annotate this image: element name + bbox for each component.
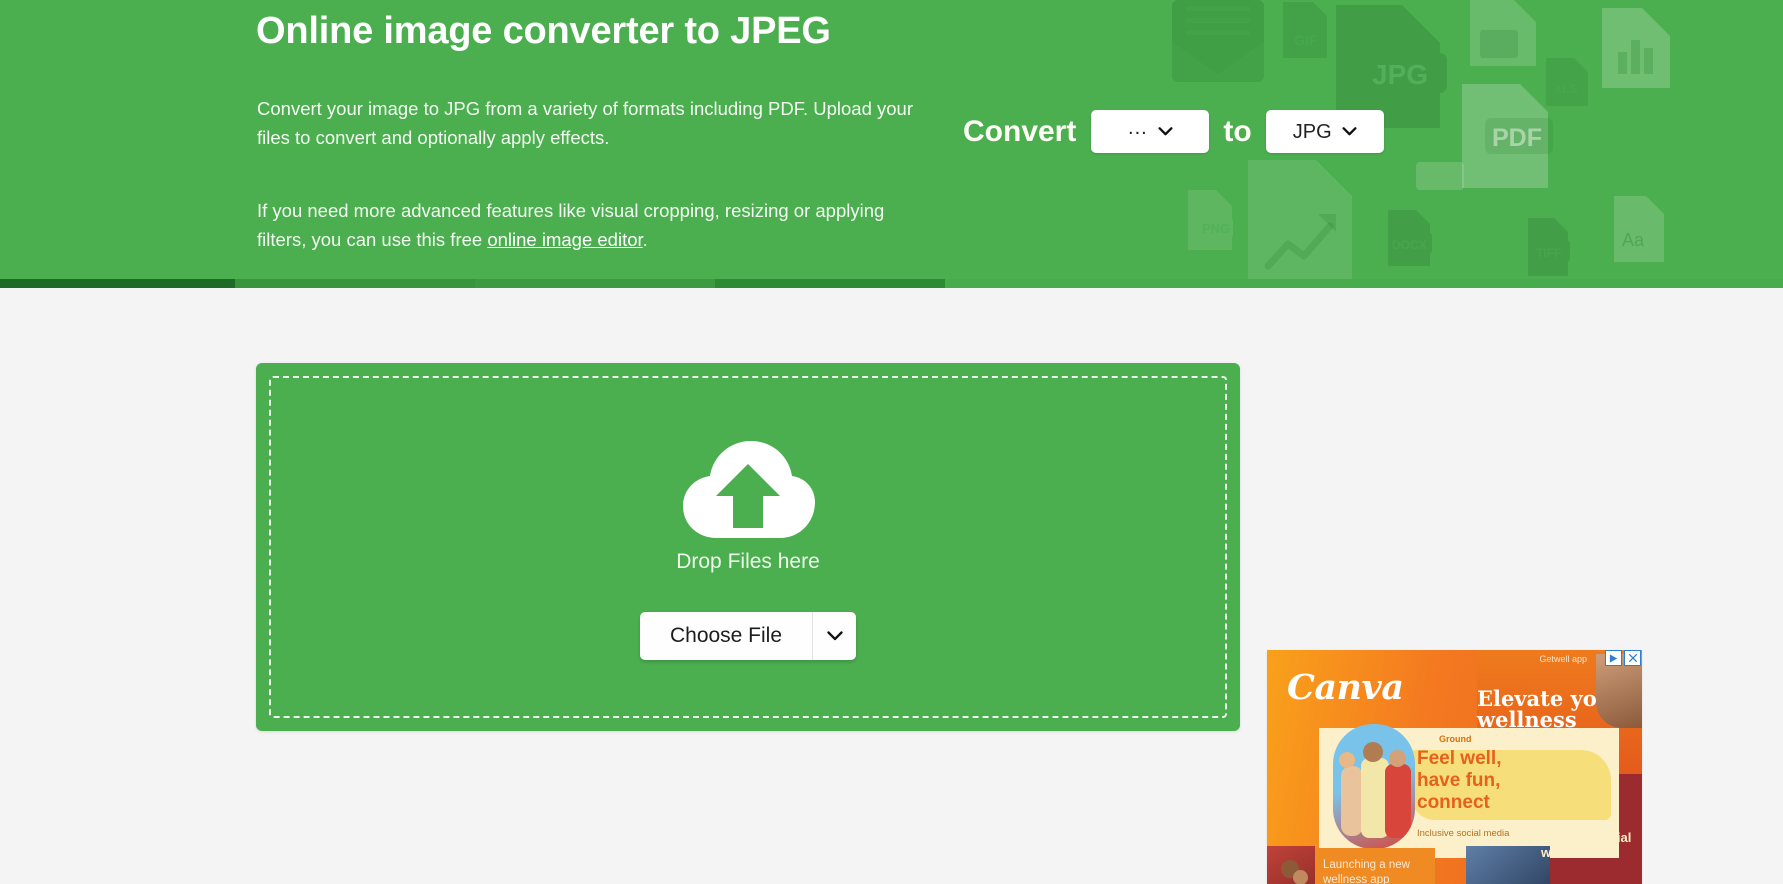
- adchoices-triangle-icon: [1609, 653, 1618, 663]
- strip-segment: [0, 279, 235, 288]
- ad-headline-line-3: connect: [1417, 792, 1490, 813]
- ad-people-photo: [1333, 724, 1415, 849]
- dropzone-label: Drop Files here: [676, 550, 820, 573]
- chevron-down-icon: [826, 631, 843, 641]
- page-title: Online image converter to JPEG: [256, 10, 831, 52]
- ad-right-photo: [1466, 846, 1550, 884]
- source-format-select[interactable]: ...: [1091, 110, 1210, 153]
- choose-file-label: Choose File: [640, 612, 814, 660]
- photo-shape: [1341, 766, 1363, 836]
- online-image-editor-link[interactable]: online image editor: [487, 229, 642, 250]
- main-content: Drop Files here Choose File START ✚ ADD …: [0, 288, 1783, 884]
- chevron-down-icon: [1342, 127, 1357, 136]
- ad-close-icon: [1628, 654, 1637, 662]
- strip-segment: [715, 279, 945, 288]
- target-format-value: JPG: [1292, 120, 1332, 143]
- advertisement-banner[interactable]: Canva Getwell app Elevate your wellness …: [1267, 650, 1642, 884]
- hero-bottom-strip: [0, 279, 1783, 288]
- chevron-down-icon: [1158, 127, 1173, 136]
- photo-shape: [1389, 750, 1406, 767]
- ad-ground-label: Ground: [1439, 734, 1472, 744]
- ad-headline-line-1: Feel well,: [1417, 748, 1502, 769]
- file-dropzone[interactable]: Drop Files here Choose File: [256, 363, 1240, 731]
- choose-file-dropdown-toggle[interactable]: [813, 612, 856, 660]
- hero-paragraph-2-tail: .: [642, 229, 648, 250]
- ad-our-new-text: our new social wellness: [1541, 830, 1632, 860]
- hero-banner: GIF JPG XLS PDF PNG DOCX TIFF Aa Online …: [0, 0, 1783, 288]
- target-format-select[interactable]: JPG: [1265, 110, 1384, 153]
- photo-shape: [1293, 870, 1308, 884]
- choose-file-button[interactable]: Choose File: [639, 612, 857, 660]
- hero-paragraph-1: Convert your image to JPG from a variety…: [257, 98, 913, 148]
- source-format-value: ...: [1128, 116, 1148, 139]
- ad-subtitle: Inclusive social media: [1417, 828, 1510, 839]
- file-dropzone-inner[interactable]: Drop Files here Choose File: [269, 376, 1227, 718]
- to-label: to: [1223, 114, 1252, 148]
- cloud-upload-icon: [683, 441, 815, 538]
- photo-shape: [1385, 764, 1411, 838]
- ad-close-button[interactable]: [1624, 650, 1641, 666]
- convert-controls: Convert ... to JPG: [963, 110, 1384, 153]
- ad-advertiser-label: Getwell app: [1539, 654, 1587, 664]
- ad-brand-logo: Canva: [1287, 667, 1404, 708]
- photo-shape: [1339, 752, 1355, 768]
- adchoices-icon[interactable]: [1605, 650, 1622, 666]
- ad-headline-line-2: have fun,: [1417, 770, 1501, 791]
- ad-bottom-left-photo: [1267, 846, 1315, 884]
- strip-segment: [475, 279, 715, 288]
- strip-segment: [945, 279, 1783, 288]
- convert-label: Convert: [963, 114, 1077, 148]
- ad-headline: Feel well, have fun, connect: [1417, 748, 1501, 814]
- photo-shape: [1363, 742, 1383, 762]
- ad-launching-text: Launching a new wellness app strategy: [1315, 848, 1435, 884]
- strip-segment: [235, 279, 475, 288]
- hero-paragraph-2: If you need more advanced features like …: [257, 196, 917, 254]
